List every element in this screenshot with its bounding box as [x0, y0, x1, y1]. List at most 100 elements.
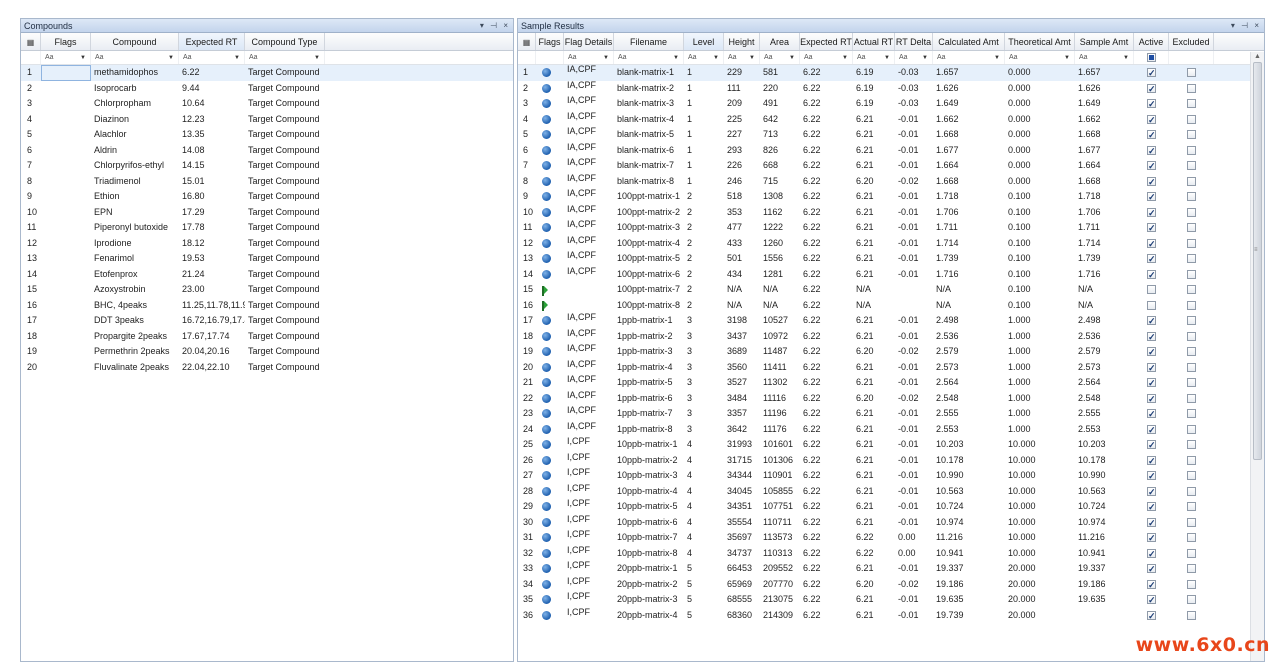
active-checkbox[interactable] [1147, 300, 1156, 310]
table-row[interactable]: 7 IA,CPF blank-matrix-7 1 226 668 6.22 6.21 -0.0… [518, 157, 1264, 174]
excluded-checkbox[interactable] [1187, 99, 1196, 109]
column-header-compound-type[interactable]: Compound Type [245, 33, 325, 50]
excluded-checkbox[interactable] [1187, 254, 1196, 264]
table-row[interactable]: 34 I,CPF 20ppb-matrix-2 5 65969 207770 6.22 6.2… [518, 576, 1264, 592]
excluded-checkbox[interactable] [1187, 548, 1196, 558]
table-row[interactable]: 18 IA,CPF 1ppb-matrix-2 3 3437 10972 6.22 6.21 -… [518, 328, 1264, 344]
chevron-down-icon[interactable]: ▼ [994, 51, 1000, 64]
table-row[interactable]: 2 IA,CPF blank-matrix-2 1 111 220 6.22 6.19 -0.0… [518, 80, 1264, 96]
chevron-down-icon[interactable]: ▼ [922, 51, 928, 64]
excluded-checkbox[interactable] [1187, 161, 1196, 171]
chevron-down-icon[interactable]: ▼ [789, 51, 795, 64]
chevron-down-icon[interactable]: ▼ [1064, 51, 1070, 64]
filter-cell[interactable]: Aa ▼ [724, 51, 760, 64]
table-row[interactable]: 35 I,CPF 20ppb-matrix-3 5 68555 213075 6.22 6.2… [518, 591, 1264, 608]
active-checkbox[interactable] [1147, 237, 1156, 251]
table-row[interactable]: 21 IA,CPF 1ppb-matrix-5 3 3527 11302 6.22 6.21 -… [518, 374, 1264, 391]
excluded-checkbox[interactable] [1187, 564, 1196, 574]
active-checkbox[interactable] [1147, 578, 1156, 592]
column-header-sample-amt[interactable]: Sample Amt [1075, 33, 1134, 50]
chevron-down-icon[interactable]: ▼ [749, 51, 755, 64]
table-row[interactable]: 18 Propargite 2peaks 17.67,17.74 Target Com… [21, 329, 513, 345]
column-header-calculated-amt[interactable]: Calculated Amt [933, 33, 1005, 50]
table-row[interactable]: 6 Aldrin 14.08 Target Compound [21, 143, 513, 159]
column-header-level[interactable]: Level [684, 33, 724, 50]
active-checkbox[interactable] [1147, 252, 1156, 267]
active-checkbox[interactable] [1147, 345, 1156, 360]
filter-cell[interactable]: Aa ▼ [245, 51, 325, 64]
filter-cell[interactable]: Aa ▼ [614, 51, 684, 64]
excluded-checkbox[interactable] [1187, 610, 1196, 620]
active-checkbox[interactable] [1147, 66, 1156, 81]
table-row[interactable]: 9 Ethion 16.80 Target Compound [21, 189, 513, 205]
grid-select-icon[interactable]: ▦ [518, 33, 536, 50]
active-checkbox[interactable] [1147, 376, 1156, 391]
active-checkbox[interactable] [1147, 330, 1156, 344]
panel-window-buttons[interactable]: ▾ ⊣ × [480, 19, 510, 33]
column-header-expected-rt[interactable]: Expected RT [800, 33, 853, 50]
table-row[interactable]: 16 BHC, 4peaks 11.25,11.78,11.9 Target Comp… [21, 298, 513, 314]
table-row[interactable]: 6 IA,CPF blank-matrix-6 1 293 826 6.22 6.21 -0.0… [518, 142, 1264, 158]
table-row[interactable]: 4 Diazinon 12.23 Target Compound [21, 112, 513, 128]
excluded-checkbox[interactable] [1187, 114, 1196, 124]
active-checkbox[interactable] [1147, 314, 1156, 329]
table-row[interactable]: 32 I,CPF 10ppb-matrix-8 4 34737 110313 6.22 6.2… [518, 545, 1264, 561]
column-header-theoretical-amt[interactable]: Theoretical Amt [1005, 33, 1075, 50]
column-header-height[interactable]: Height [724, 33, 760, 50]
column-header-rt-delta[interactable]: RT Delta [895, 33, 933, 50]
active-checkbox[interactable] [1147, 593, 1156, 608]
filter-cell[interactable]: Aa ▼ [41, 51, 91, 64]
active-checkbox[interactable] [1147, 128, 1156, 143]
table-row[interactable]: 13 Fenarimol 19.53 Target Compound [21, 251, 513, 267]
active-checkbox[interactable] [1147, 190, 1156, 205]
active-checkbox[interactable] [1147, 113, 1156, 127]
table-row[interactable]: 20 IA,CPF 1ppb-matrix-4 3 3560 11411 6.22 6.21 -… [518, 359, 1264, 375]
vertical-scrollbar[interactable]: ▲ ≡ [1250, 52, 1264, 661]
filter-cell[interactable]: Aa ▼ [933, 51, 1005, 64]
excluded-checkbox[interactable] [1187, 455, 1196, 465]
excluded-checkbox[interactable] [1187, 192, 1196, 202]
table-row[interactable]: 9 IA,CPF 100ppt-matrix-1 2 518 1308 6.22 6.21 -0… [518, 188, 1264, 205]
excluded-checkbox[interactable] [1187, 440, 1196, 450]
chevron-down-icon[interactable]: ▼ [234, 51, 240, 64]
table-row[interactable]: 15 Azoxystrobin 23.00 Target Compound [21, 282, 513, 298]
column-header-area[interactable]: Area [760, 33, 800, 50]
excluded-checkbox[interactable] [1187, 362, 1196, 372]
column-header-excluded[interactable]: Excluded [1169, 33, 1214, 50]
table-row[interactable]: 33 I,CPF 20ppb-matrix-1 5 66453 209552 6.22 6.2… [518, 560, 1264, 577]
column-header-expected-rt[interactable]: Expected RT [179, 33, 245, 50]
table-row[interactable]: 5 IA,CPF blank-matrix-5 1 227 713 6.22 6.21 -0.0… [518, 126, 1264, 143]
table-row[interactable]: 23 IA,CPF 1ppb-matrix-7 3 3357 11196 6.22 6.21 -… [518, 405, 1264, 422]
table-row[interactable]: 27 I,CPF 10ppb-matrix-3 4 34344 110901 6.22 6.2… [518, 467, 1264, 484]
table-row[interactable]: 11 Piperonyl butoxide 17.78 Target Compound [21, 220, 513, 236]
table-row[interactable]: 11 IA,CPF 100ppt-matrix-3 2 477 1222 6.22 6.21 -… [518, 219, 1264, 236]
excluded-checkbox[interactable] [1187, 409, 1196, 419]
excluded-checkbox[interactable] [1187, 207, 1196, 217]
table-row[interactable]: 22 IA,CPF 1ppb-matrix-6 3 3484 11116 6.22 6.20 -… [518, 390, 1264, 406]
excluded-checkbox[interactable] [1187, 424, 1196, 434]
table-row[interactable]: 26 I,CPF 10ppb-matrix-2 4 31715 101306 6.22 6.2… [518, 452, 1264, 468]
column-header-active[interactable]: Active [1134, 33, 1169, 50]
excluded-checkbox[interactable] [1187, 300, 1196, 310]
table-row[interactable]: 28 I,CPF 10ppb-matrix-4 4 34045 105855 6.22 6.2… [518, 483, 1264, 499]
excluded-checkbox[interactable] [1187, 130, 1196, 140]
column-header-flags[interactable]: Flags [41, 33, 91, 50]
table-row[interactable]: 20 Fluvalinate 2peaks 22.04,22.10 Target Co… [21, 360, 513, 376]
chevron-down-icon[interactable]: ▼ [842, 51, 848, 64]
filter-cell[interactable]: Aa ▼ [760, 51, 800, 64]
active-checkbox[interactable] [1147, 268, 1156, 282]
excluded-checkbox[interactable] [1187, 145, 1196, 155]
excluded-checkbox[interactable] [1187, 595, 1196, 605]
table-row[interactable]: 19 Permethrin 2peaks 20.04,20.16 Target Com… [21, 344, 513, 360]
table-row[interactable]: 13 IA,CPF 100ppt-matrix-5 2 501 1556 6.22 6.21 -… [518, 250, 1264, 267]
active-checkbox[interactable] [1147, 285, 1156, 295]
active-checkbox[interactable] [1147, 469, 1156, 484]
column-header-actual-rt[interactable]: Actual RT [853, 33, 895, 50]
excluded-checkbox[interactable] [1187, 471, 1196, 481]
table-row[interactable]: 10 IA,CPF 100ppt-matrix-2 2 353 1162 6.22 6.21 -… [518, 204, 1264, 220]
table-row[interactable]: 10 EPN 17.29 Target Compound [21, 205, 513, 221]
column-header-flags[interactable]: Flags [536, 33, 564, 50]
table-row[interactable]: 17 DDT 3peaks 16.72,16.79,17.4 Target Compo… [21, 313, 513, 329]
excluded-checkbox[interactable] [1187, 316, 1196, 326]
filter-cell[interactable]: Aa ▼ [800, 51, 853, 64]
